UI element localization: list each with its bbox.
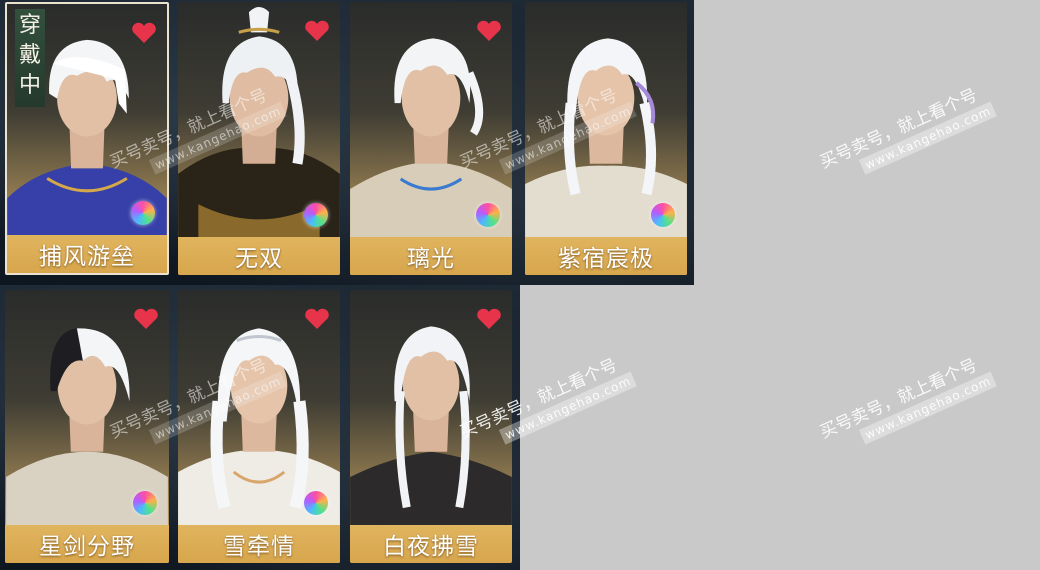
hairstyle-panel-top: 穿 戴 中 捕风游垒 无双 璃光 紫宿宸极 <box>0 0 694 285</box>
character-portrait <box>350 38 512 275</box>
character-portrait <box>178 7 340 275</box>
hairstyle-name: 无双 <box>178 237 340 275</box>
hairstyle-card[interactable]: 紫宿宸极 <box>525 2 687 275</box>
rainbow-orb-icon <box>651 203 675 227</box>
watermark: 买号卖号，就上看个号 www.kangehao.com <box>815 347 998 460</box>
watermark: 买号卖号，就上看个号 www.kangehao.com <box>815 77 998 190</box>
hairstyle-card[interactable]: 白夜拂雪 <box>350 290 512 563</box>
rainbow-orb-icon <box>304 203 328 227</box>
rainbow-orb-icon <box>131 201 155 225</box>
hairstyle-card[interactable]: 璃光 <box>350 2 512 275</box>
hairstyle-card[interactable]: 星剑分野 <box>5 290 169 563</box>
watermark-url: www.kangehao.com <box>858 371 998 445</box>
hairstyle-panel-bottom: 星剑分野 雪牵情 白夜拂雪 <box>0 285 520 570</box>
badge-char: 中 <box>18 73 41 98</box>
badge-char: 穿 <box>18 13 41 38</box>
heart-icon[interactable] <box>476 308 502 330</box>
hairstyle-card[interactable]: 雪牵情 <box>178 290 340 563</box>
hairstyle-name: 捕风游垒 <box>7 235 167 273</box>
watermark-url: www.kangehao.com <box>858 101 998 175</box>
heart-icon[interactable] <box>476 20 502 42</box>
character-portrait <box>525 38 687 275</box>
heart-icon[interactable] <box>304 20 330 42</box>
rainbow-orb-icon <box>133 491 157 515</box>
rainbow-orb-icon <box>476 203 500 227</box>
hairstyle-name: 雪牵情 <box>178 525 340 563</box>
heart-icon[interactable] <box>131 22 157 44</box>
heart-icon[interactable] <box>133 308 159 330</box>
hairstyle-name: 星剑分野 <box>5 525 169 563</box>
character-portrait <box>178 328 340 563</box>
heart-icon[interactable] <box>304 308 330 330</box>
hairstyle-name: 璃光 <box>350 237 512 275</box>
badge-char: 戴 <box>18 43 41 68</box>
hairstyle-card[interactable]: 穿 戴 中 捕风游垒 <box>5 2 169 275</box>
hairstyle-card[interactable]: 无双 <box>178 2 340 275</box>
hairstyle-name: 白夜拂雪 <box>350 525 512 563</box>
rainbow-orb-icon <box>304 491 328 515</box>
character-portrait <box>6 328 168 563</box>
wearing-badge: 穿 戴 中 <box>15 9 45 107</box>
watermark-text: 买号卖号，就上看个号 <box>817 355 981 443</box>
character-portrait <box>350 326 512 563</box>
watermark-text: 买号卖号，就上看个号 <box>817 85 981 173</box>
hairstyle-name: 紫宿宸极 <box>525 237 687 275</box>
